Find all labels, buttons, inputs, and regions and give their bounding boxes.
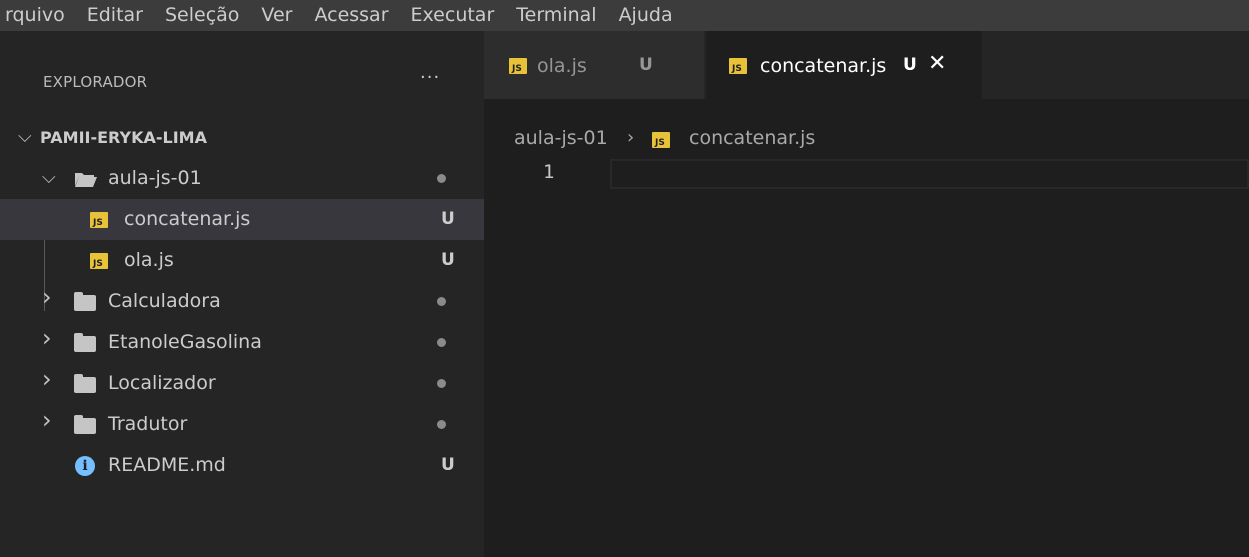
breadcrumb-separator: › [627, 127, 635, 148]
javascript-file-icon: JS [90, 253, 108, 269]
menu-arquivo[interactable]: rquivo [0, 5, 76, 25]
untracked-badge: U [441, 250, 455, 270]
tree-item-tradutor[interactable]: › Tradutor [0, 404, 484, 445]
more-actions-button[interactable]: ··· [420, 67, 440, 88]
untracked-badge: U [441, 455, 455, 475]
modified-dot [437, 379, 446, 388]
javascript-file-icon: JS [652, 132, 670, 148]
explorer-sidebar: EXPLORADOR ··· ⌵ PAMII-ERYKA-LIMA ⌵ aula… [0, 31, 484, 557]
tree-item-concatenar-js[interactable]: JS concatenar.js U [0, 199, 484, 240]
tab-label: ola.js [537, 55, 587, 77]
tab-label: concatenar.js [760, 55, 887, 77]
chevron-right-icon: › [42, 365, 52, 393]
explorer-header: EXPLORADOR ··· [0, 31, 484, 102]
tree-item-label: EtanoleGasolina [108, 331, 262, 353]
untracked-badge: U [441, 209, 455, 229]
menu-selecao[interactable]: Seleção [154, 5, 250, 25]
current-line-highlight[interactable] [610, 159, 1249, 189]
breadcrumb-file[interactable]: concatenar.js [689, 127, 815, 149]
menubar: rquivo Editar Seleção Ver Acessar Execut… [0, 0, 1249, 31]
modified-dot [437, 338, 446, 347]
code-editor[interactable]: aula-js-01 › JS concatenar.js 1 [484, 99, 1249, 557]
tree-item-label: concatenar.js [124, 208, 251, 230]
javascript-file-icon: JS [729, 58, 747, 74]
javascript-file-icon: JS [90, 212, 108, 228]
explorer-title: EXPLORADOR [43, 73, 148, 91]
menu-acessar[interactable]: Acessar [303, 5, 399, 25]
tree-item-label: README.md [108, 454, 226, 476]
close-icon[interactable]: ✕ [928, 51, 946, 76]
folder-icon [74, 415, 96, 434]
line-number: 1 [543, 161, 555, 183]
tab-ola-js[interactable]: JS ola.js U [484, 31, 704, 99]
folder-icon [74, 333, 96, 352]
root-folder-label: PAMII-ERYKA-LIMA [40, 128, 207, 147]
chevron-right-icon: › [42, 406, 52, 434]
tree-item-calculadora[interactable]: › Calculadora [0, 281, 484, 322]
modified-dot [437, 420, 446, 429]
untracked-badge: U [903, 55, 917, 75]
tree-item-label: ola.js [124, 249, 174, 271]
tree-item-label: Calculadora [108, 290, 221, 312]
tree-item-aula-js-01[interactable]: ⌵ aula-js-01 [0, 158, 484, 199]
tree-item-localizador[interactable]: › Localizador [0, 363, 484, 404]
tree-item-readme[interactable]: i README.md U [0, 445, 484, 486]
chevron-right-icon: › [42, 324, 52, 352]
folder-icon [74, 292, 96, 311]
modified-dot [437, 297, 446, 306]
tree-item-label: aula-js-01 [108, 167, 202, 189]
tab-concatenar-js[interactable]: JS concatenar.js U ✕ [706, 31, 982, 99]
tree-item-ola-js[interactable]: JS ola.js U [0, 240, 484, 281]
folder-icon [74, 374, 96, 393]
chevron-down-icon: ⌵ [42, 167, 56, 188]
menu-editar[interactable]: Editar [76, 5, 154, 25]
breadcrumb-folder[interactable]: aula-js-01 [514, 127, 608, 149]
untracked-badge: U [639, 55, 653, 75]
menu-terminal[interactable]: Terminal [505, 5, 607, 25]
modified-dot [437, 174, 446, 183]
tree-item-etanolegasolina[interactable]: › EtanoleGasolina [0, 322, 484, 363]
menu-ver[interactable]: Ver [250, 5, 303, 25]
editor-tab-bar: JS ola.js U JS concatenar.js U ✕ [484, 31, 1249, 99]
tree-root[interactable]: ⌵ PAMII-ERYKA-LIMA [0, 117, 484, 158]
menu-executar[interactable]: Executar [400, 5, 506, 25]
chevron-right-icon: › [42, 283, 52, 311]
chevron-down-icon: ⌵ [18, 126, 32, 147]
tree-item-label: Localizador [108, 372, 216, 394]
menu-ajuda[interactable]: Ajuda [608, 5, 684, 25]
info-icon: i [75, 456, 95, 476]
javascript-file-icon: JS [509, 58, 527, 74]
tree-item-label: Tradutor [108, 413, 188, 435]
